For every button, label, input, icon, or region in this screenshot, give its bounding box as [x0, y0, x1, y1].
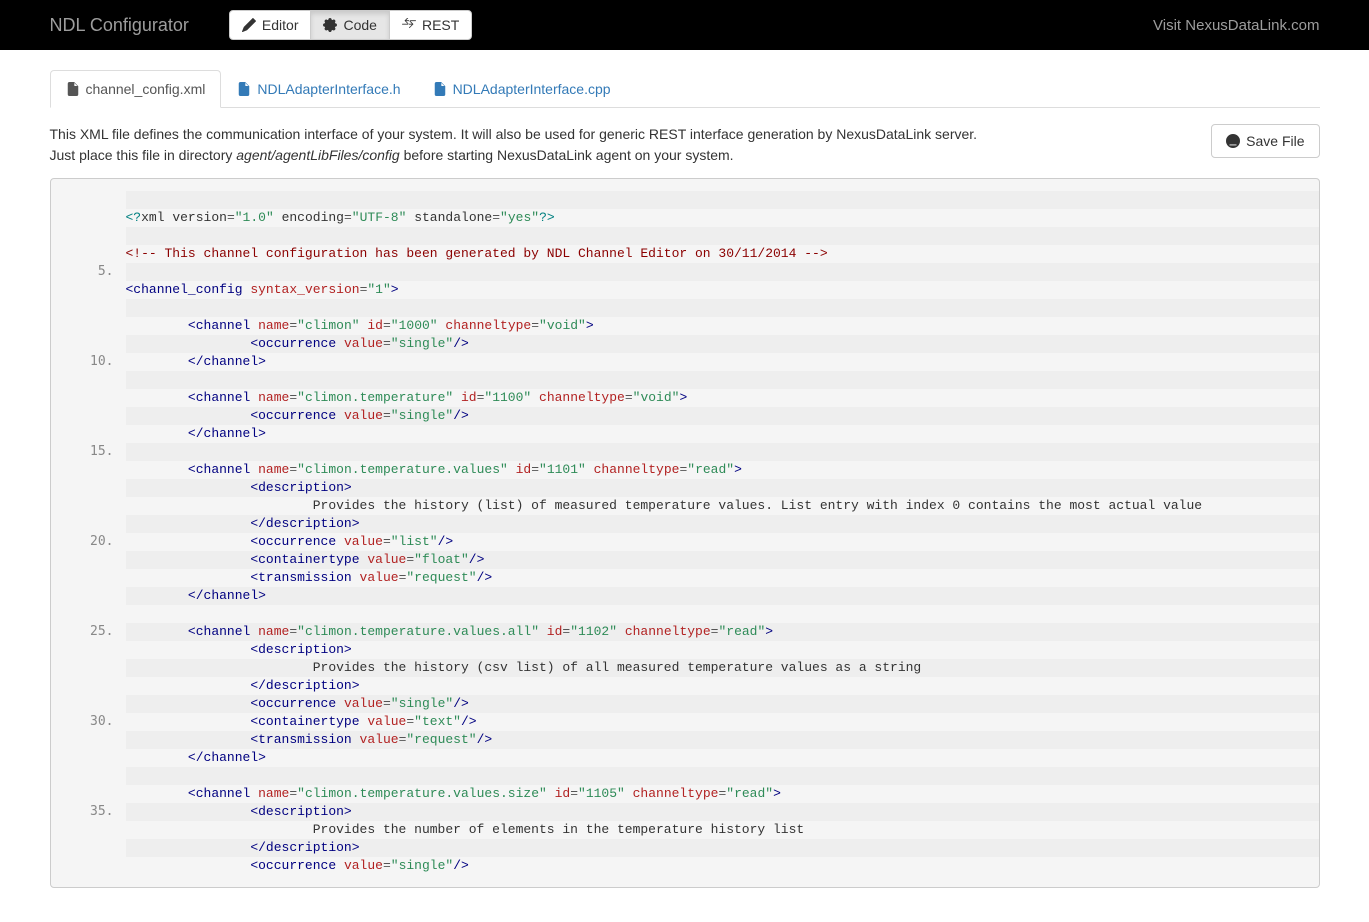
- gear-icon: [323, 18, 337, 32]
- info-row: This XML file defines the communication …: [50, 108, 1320, 178]
- code-line: [126, 299, 1319, 317]
- file-tabs: channel_config.xml NDLAdapterInterface.h…: [50, 70, 1320, 108]
- code-line: <!-- This channel configuration has been…: [126, 245, 1319, 263]
- code-line: [126, 191, 1319, 209]
- code-line: <description>: [126, 641, 1319, 659]
- tab-channel-config[interactable]: channel_config.xml: [50, 70, 222, 108]
- code-line: 20. <occurrence value="list"/>: [126, 533, 1319, 551]
- code-line: <channel name="climon" id="1000" channel…: [126, 317, 1319, 335]
- code-line: <description>: [126, 479, 1319, 497]
- tab-adapter-h[interactable]: NDLAdapterInterface.h: [221, 70, 416, 108]
- code-line: <occurrence value="single"/>: [126, 695, 1319, 713]
- code-line: Provides the history (csv list) of all m…: [126, 659, 1319, 677]
- code-line: 15.: [126, 443, 1319, 461]
- code-line: <transmission value="request"/>: [126, 731, 1319, 749]
- code-line: <channel name="climon.temperature" id="1…: [126, 389, 1319, 407]
- code-line: <channel_config syntax_version="1">: [126, 281, 1319, 299]
- code-line: [126, 371, 1319, 389]
- edit-icon: [242, 18, 256, 32]
- transfer-icon: [402, 18, 416, 32]
- info-text: This XML file defines the communication …: [50, 124, 978, 166]
- save-file-button[interactable]: Save File: [1211, 124, 1319, 158]
- code-line: <containertype value="float"/>: [126, 551, 1319, 569]
- code-line: <occurrence value="single"/>: [126, 335, 1319, 353]
- code-line: [126, 605, 1319, 623]
- file-icon: [433, 82, 447, 96]
- code-button[interactable]: Code: [310, 10, 389, 40]
- code-line: Provides the number of elements in the t…: [126, 821, 1319, 839]
- code-line: </description>: [126, 839, 1319, 857]
- code-viewer[interactable]: <?xml version="1.0" encoding="UTF-8" sta…: [50, 178, 1320, 888]
- mode-button-group: Editor Code REST: [229, 10, 472, 40]
- main-container: channel_config.xml NDLAdapterInterface.h…: [35, 50, 1335, 888]
- code-line: [126, 227, 1319, 245]
- code-line: </description>: [126, 677, 1319, 695]
- editor-button[interactable]: Editor: [229, 10, 312, 40]
- code-line: [126, 767, 1319, 785]
- code-line: 25. <channel name="climon.temperature.va…: [126, 623, 1319, 641]
- tab-adapter-cpp[interactable]: NDLAdapterInterface.cpp: [417, 70, 627, 108]
- rest-button[interactable]: REST: [389, 10, 472, 40]
- download-icon: [1226, 134, 1240, 148]
- visit-link[interactable]: Visit NexusDataLink.com: [1153, 17, 1319, 34]
- code-line: </description>: [126, 515, 1319, 533]
- code-line: 30. <containertype value="text"/>: [126, 713, 1319, 731]
- code-line: Provides the history (list) of measured …: [126, 497, 1319, 515]
- code-line: <transmission value="request"/>: [126, 569, 1319, 587]
- code-line: 5.: [126, 263, 1319, 281]
- code-line: </channel>: [126, 425, 1319, 443]
- code-line: <channel name="climon.temperature.values…: [126, 461, 1319, 479]
- code-line: </channel>: [126, 749, 1319, 767]
- navbar: NDL Configurator Editor Code REST Visit …: [0, 0, 1369, 50]
- code-line: 10. </channel>: [126, 353, 1319, 371]
- app-brand: NDL Configurator: [50, 15, 189, 36]
- code-line: <?xml version="1.0" encoding="UTF-8" sta…: [126, 209, 1319, 227]
- file-icon: [237, 82, 251, 96]
- code-line: </channel>: [126, 587, 1319, 605]
- code-line: 35. <description>: [126, 803, 1319, 821]
- code-line: <occurrence value="single"/>: [126, 857, 1319, 875]
- file-icon: [66, 82, 80, 96]
- code-line: <occurrence value="single"/>: [126, 407, 1319, 425]
- code-line: <channel name="climon.temperature.values…: [126, 785, 1319, 803]
